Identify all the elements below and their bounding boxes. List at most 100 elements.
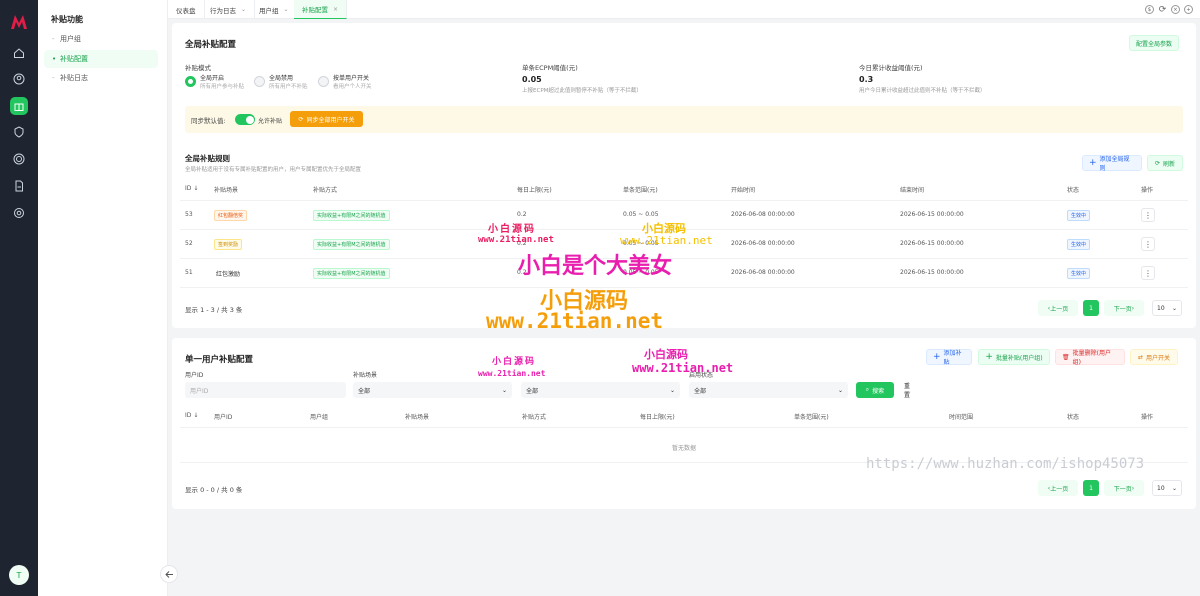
page-size-select[interactable]: 10 ⌄	[1152, 480, 1182, 496]
maximize-icon[interactable]: +	[1184, 5, 1193, 14]
add-subsidy-label: 添加补贴	[943, 350, 962, 366]
prev-page-button[interactable]: ‹ 上一页	[1038, 480, 1078, 496]
page-size-select[interactable]: 10 ⌄	[1152, 300, 1182, 316]
col-user-group: 用户组	[310, 414, 329, 421]
mode-title: 全局禁用	[269, 75, 294, 82]
tab-subsidy-config[interactable]: 补贴配置 ×	[294, 0, 348, 19]
radio-dot	[254, 76, 265, 87]
col-label: ID	[185, 185, 192, 192]
scene-tag: 红包翻倍奖	[214, 210, 248, 221]
next-page-button[interactable]: 下一页 ›	[1104, 300, 1144, 316]
chevron-right-icon: ›	[1131, 304, 1135, 312]
status-value: 全部	[694, 387, 707, 395]
add-subsidy-button[interactable]: + 添加补贴	[926, 349, 972, 366]
avatar[interactable]: T	[9, 565, 29, 585]
tab-label: 用户组	[259, 6, 279, 15]
plus-icon: +	[1089, 158, 1097, 168]
page-1-button[interactable]: 1	[1083, 300, 1099, 316]
empty-state: 暂无数据	[672, 445, 697, 452]
close-icon[interactable]: ×	[1171, 5, 1180, 14]
col-end: 结束时间	[900, 187, 925, 194]
cell-daily: 0.2	[517, 240, 527, 247]
cell-id: 51	[185, 269, 193, 276]
more-icon[interactable]: ⋮	[1141, 237, 1155, 251]
batch-add-label: 批量补贴(用户组)	[995, 354, 1043, 362]
batch-delete-label: 批量删除(用户组)	[1072, 350, 1111, 366]
close-icon[interactable]: ×	[333, 6, 338, 13]
col-time-range: 时间范围	[949, 414, 974, 421]
page-size-value: 10	[1157, 304, 1165, 312]
prev-label: 上一页	[1050, 305, 1069, 313]
add-global-rule-button[interactable]: + 添加全局规则	[1082, 155, 1142, 172]
status-badge: 生效中	[1067, 210, 1091, 221]
sidebar-item-user-group[interactable]: 用户组	[44, 30, 158, 48]
cell-id: 52	[185, 240, 193, 247]
cell-daily: 0.2	[517, 211, 527, 218]
reset-button[interactable]: 重置	[898, 382, 920, 399]
tab-user-group[interactable]: 用户组 ⌄	[251, 0, 298, 19]
ecpm-value: 0.05	[522, 75, 542, 84]
refresh-icon[interactable]: ⟳	[1158, 5, 1167, 15]
divider	[180, 200, 1188, 201]
method-select[interactable]: 全部 ⌄	[521, 382, 680, 398]
sync-toggle[interactable]	[235, 114, 255, 125]
gift-icon[interactable]	[10, 97, 28, 115]
settings-icon[interactable]	[10, 204, 28, 222]
refresh-button[interactable]: ⟳ 刷新	[1147, 155, 1183, 171]
sidebar-item-subsidy-config[interactable]: 补贴配置	[44, 50, 158, 68]
sync-toggle-text: 允许补贴	[258, 118, 283, 125]
radio-dot	[318, 76, 329, 87]
daily-value: 0.3	[859, 75, 874, 84]
mode-global-off[interactable]: 全局禁用 所有用户不补贴	[254, 75, 308, 91]
sync-all-button[interactable]: ⟳ 同步全部用户开关	[290, 111, 363, 127]
more-icon[interactable]: ⋮	[1141, 208, 1155, 222]
search-button[interactable]: ⌕ 搜索	[856, 382, 894, 398]
divider	[180, 427, 1188, 428]
search-icon: ⌕	[865, 386, 870, 393]
scene-select[interactable]: 全部 ⌄	[353, 382, 512, 398]
batch-delete-button[interactable]: 🗑 批量删除(用户组)	[1055, 349, 1125, 366]
col-start: 开始时间	[731, 187, 756, 194]
prev-page-button[interactable]: ‹ 上一页	[1038, 300, 1078, 316]
shield-icon[interactable]	[10, 123, 28, 141]
method-tag: 实际收益+有限M之间的随机值	[313, 239, 390, 250]
app-logo[interactable]	[9, 12, 29, 32]
cell-daily: 0.2	[517, 269, 527, 276]
plus-icon: +	[933, 352, 941, 362]
refresh-icon: ⟳	[298, 115, 304, 123]
mode-global-on[interactable]: 全局开启所有用户参与补贴	[185, 75, 244, 91]
dollar-icon[interactable]: $	[1145, 5, 1154, 14]
home-icon[interactable]	[10, 44, 28, 62]
mode-title: 全局开启	[200, 75, 225, 82]
sub-sidebar: 补贴功能 用户组 补贴配置 补贴日志	[38, 0, 178, 596]
next-page-button[interactable]: 下一页 ›	[1104, 480, 1144, 496]
sync-all-label: 同步全部用户开关	[306, 116, 355, 124]
globe-icon[interactable]	[10, 150, 28, 168]
page-1-button[interactable]: 1	[1083, 480, 1099, 496]
collapse-sidebar-button[interactable]	[160, 565, 178, 583]
tab-dashboard[interactable]: 仪表盘	[168, 0, 205, 19]
chevron-down-icon[interactable]: ⌄	[284, 6, 289, 13]
col-status: 状态	[1067, 414, 1080, 421]
col-id[interactable]: ID ↓	[185, 412, 198, 419]
tab-label: 补贴配置	[302, 6, 328, 14]
global-config-card: 全局补贴配置 配置全局参数 补贴模式 全局开启 所有用户参与补贴 全局禁用 所有用户…	[172, 23, 1196, 328]
daily-desc: 用户今日累计收益超过此值则不补贴（等于不拦截）	[859, 88, 986, 94]
mode-per-user[interactable]: 按单用户开关 看用户个人开关	[318, 75, 372, 91]
cell-range: 0.05 ~ 0.05	[623, 211, 659, 218]
tab-behavior-log[interactable]: 行为日志 ⌄	[202, 0, 256, 19]
user-id-input[interactable]: 用户ID	[185, 382, 346, 398]
chevron-down-icon: ⌄	[501, 386, 507, 394]
configure-global-button[interactable]: 配置全局参数	[1129, 35, 1179, 51]
user-switch-button[interactable]: ⇄ 用户开关	[1130, 349, 1178, 365]
status-select[interactable]: 全部 ⌄	[689, 382, 848, 398]
chevron-down-icon[interactable]: ⌄	[241, 6, 246, 13]
document-icon[interactable]	[10, 177, 28, 195]
user-config-title: 单一用户补贴配置	[185, 355, 254, 365]
more-icon[interactable]: ⋮	[1141, 266, 1155, 280]
mode-desc: 所有用户参与补贴	[200, 84, 245, 90]
col-id[interactable]: ID ↓	[185, 185, 198, 192]
user-icon[interactable]	[10, 70, 28, 88]
sidebar-item-subsidy-log[interactable]: 补贴日志	[44, 69, 158, 87]
batch-add-button[interactable]: + 批量补贴(用户组)	[978, 349, 1050, 365]
